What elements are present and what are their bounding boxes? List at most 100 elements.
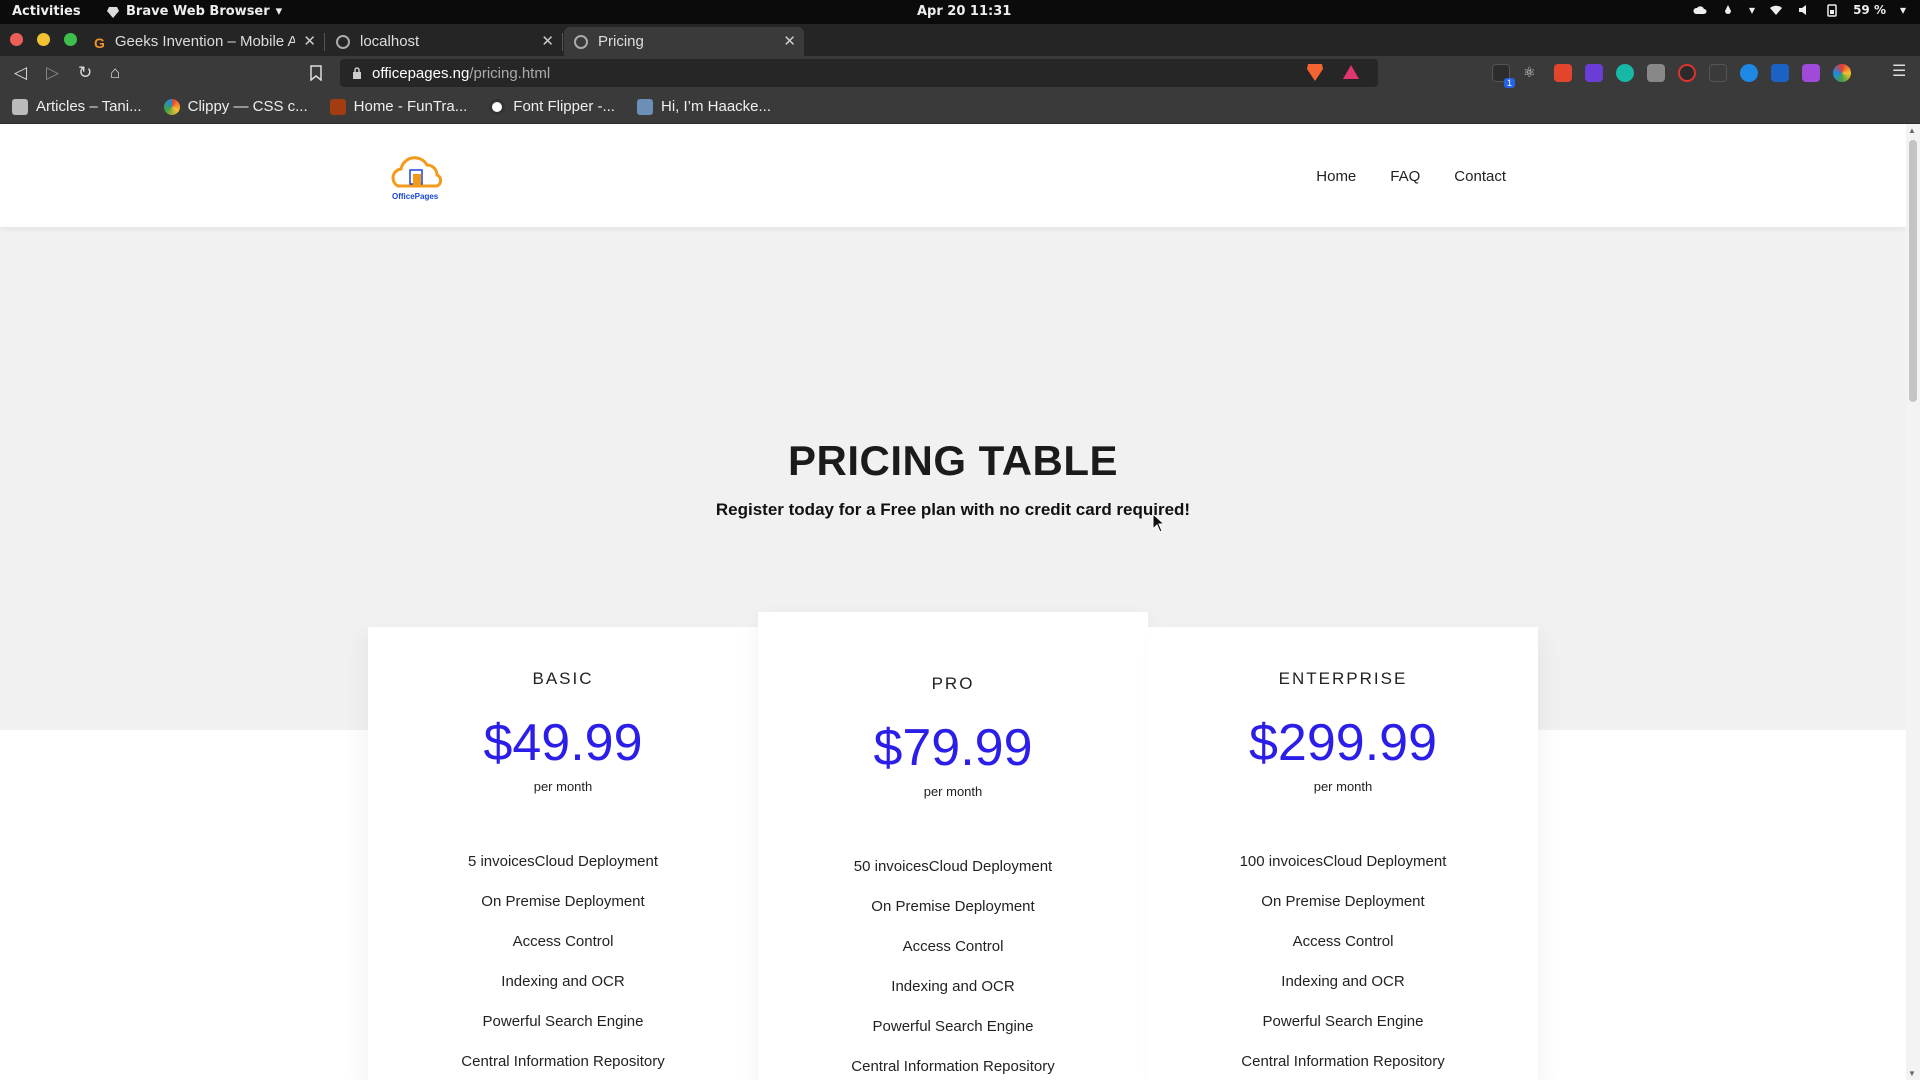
extension-icon[interactable] (1585, 64, 1603, 82)
feature-item: Indexing and OCR (501, 973, 625, 990)
close-icon[interactable]: ✕ (303, 32, 316, 50)
color-picker-icon[interactable] (1833, 64, 1851, 82)
feature-item: Powerful Search Engine (872, 1018, 1034, 1035)
system-top-bar: Activities Brave Web Browser ▾ Apr 20 11… (0, 0, 1920, 24)
feature-item: On Premise Deployment (481, 893, 645, 910)
brave-lion-icon (107, 6, 119, 18)
tab-strip: G Geeks Invention – Mobile A ✕ localhost… (0, 24, 1920, 76)
font-flipper-icon (489, 98, 506, 115)
feature-list: 50 invoicesCloud Deployment On Premise D… (758, 857, 1148, 1080)
url-path: /pricing.html (469, 64, 551, 82)
bookmark-item[interactable]: Clippy — CSS c... (163, 98, 308, 115)
feature-item: Central Information Repository (461, 1053, 665, 1070)
brave-shields-icon[interactable] (1306, 62, 1324, 82)
bookmark-label: Articles – Tani... (36, 98, 142, 115)
logo-text: OfficePages (392, 192, 439, 201)
notification-drop-icon (1725, 5, 1732, 14)
feature-item: 5 invoicesCloud Deployment (467, 853, 659, 870)
react-devtools-icon[interactable]: ⚛ (1523, 64, 1541, 82)
site-header: OfficePages Home FAQ Contact (0, 124, 1906, 227)
lock-icon (353, 67, 361, 79)
nav-contact[interactable]: Contact (1454, 168, 1506, 185)
page-title: PRICING TABLE (787, 437, 1119, 484)
tab-geeks-invention[interactable]: G Geeks Invention – Mobile A ✕ (84, 27, 325, 56)
forward-icon[interactable]: ▷ (46, 63, 59, 83)
chevron-down-icon: ▾ (1899, 3, 1906, 17)
plan-period: per month (923, 784, 983, 799)
feature-item: 100 invoicesCloud Deployment (1239, 853, 1447, 870)
reload-icon[interactable]: ↻ (78, 63, 92, 83)
nav-faq[interactable]: FAQ (1390, 168, 1420, 185)
feature-list: 100 invoicesCloud Deployment On Premise … (1148, 852, 1538, 1080)
extension-icon[interactable]: 1 (1492, 64, 1515, 88)
tab-title: localhost (360, 33, 420, 50)
clock[interactable]: Apr 20 11:31 (917, 4, 1011, 19)
battery-percent: 59 % (1853, 3, 1886, 17)
clippy-icon (163, 98, 180, 115)
back-icon[interactable]: ◁ (14, 63, 27, 83)
app-menu[interactable]: Brave Web Browser ▾ (106, 4, 282, 19)
tab-pricing[interactable]: Pricing ✕ (564, 27, 804, 56)
chevron-down-icon: ▾ (1749, 3, 1756, 17)
bookmark-item[interactable]: Articles – Tani... (12, 98, 142, 115)
globe-icon (574, 34, 588, 49)
bookmark-icon[interactable] (310, 65, 322, 81)
bookmark-label: Hi, I’m Haacke... (660, 98, 772, 115)
home-icon[interactable]: ⌂ (110, 63, 120, 83)
translate-icon[interactable] (1771, 64, 1789, 82)
feature-item: Access Control (512, 933, 614, 950)
tab-localhost[interactable]: localhost ✕ (326, 27, 563, 56)
feature-item: Powerful Search Engine (1262, 1013, 1424, 1030)
extension-icon[interactable] (1616, 64, 1634, 82)
feature-list: 5 invoicesCloud Deployment On Premise De… (368, 852, 758, 1080)
page-viewport[interactable]: OfficePages Home FAQ Contact PRICING TAB… (0, 124, 1906, 1080)
feature-item: On Premise Deployment (871, 898, 1035, 915)
mouse-cursor-icon (1152, 513, 1166, 533)
window-minimize-button[interactable] (37, 33, 50, 46)
extension-icon[interactable] (1709, 64, 1727, 82)
plan-period: per month (533, 779, 593, 794)
address-bar[interactable]: officepages.ng/pricing.html (340, 59, 1378, 87)
feature-item: Central Information Repository (851, 1058, 1055, 1075)
extension-icon[interactable] (1554, 64, 1572, 82)
window-close-button[interactable] (10, 33, 23, 46)
extension-icon[interactable] (1802, 64, 1820, 82)
page-scrollbar[interactable]: ▲ ▼ (1906, 124, 1920, 1080)
plan-name: ENTERPRISE (1278, 669, 1408, 688)
volume-icon (1799, 5, 1807, 15)
pricing-card-pro: PRO $79.99 per month 50 invoicesCloud De… (758, 612, 1148, 1080)
funtravel-icon (329, 98, 346, 115)
close-icon[interactable]: ✕ (541, 32, 554, 50)
extension-icon[interactable] (1647, 64, 1665, 82)
window-maximize-button[interactable] (64, 33, 77, 46)
plan-period: per month (1313, 779, 1373, 794)
nav-home[interactable]: Home (1316, 168, 1356, 185)
feature-item: 50 invoicesCloud Deployment (853, 858, 1053, 875)
bookmarks-bar: Articles – Tani... Clippy — CSS c... Hom… (0, 90, 1920, 124)
page-subtitle: Register today for a Free plan with no c… (715, 500, 1191, 519)
browser-toolbar: ◁ ▷ ↻ ⌂ officepages.ng/pricing.html 1 ⚛ … (0, 56, 1920, 90)
bookmark-item[interactable]: Font Flipper -... (489, 98, 615, 115)
bookmark-item[interactable]: Hi, I’m Haacke... (636, 98, 772, 115)
extensions-bar: 1 ⚛ (1492, 64, 1851, 88)
extension-badge: 1 (1503, 78, 1515, 88)
extension-icon[interactable] (1740, 64, 1758, 82)
save-icon (12, 98, 28, 115)
menu-icon[interactable]: ☰ (1892, 61, 1906, 81)
haacked-icon (636, 98, 653, 115)
scroll-up-icon[interactable]: ▲ (1908, 126, 1916, 135)
plan-price: $299.99 (1249, 714, 1437, 772)
brave-rewards-icon[interactable] (1342, 63, 1360, 81)
activities-button[interactable]: Activities (12, 4, 81, 19)
system-tray[interactable]: ▾ 59 % ▾ (1693, 3, 1906, 17)
scrollbar-thumb[interactable] (1909, 140, 1917, 402)
extension-icon[interactable] (1678, 64, 1696, 82)
plan-price: $49.99 (483, 714, 643, 772)
bookmark-item[interactable]: Home - FunTra... (329, 98, 467, 115)
globe-icon (336, 34, 350, 49)
cloud-icon (1693, 6, 1707, 14)
close-icon[interactable]: ✕ (783, 32, 796, 50)
scroll-down-icon[interactable]: ▼ (1908, 1069, 1916, 1078)
wifi-icon (1770, 5, 1783, 15)
tab-title: Pricing (598, 33, 644, 50)
